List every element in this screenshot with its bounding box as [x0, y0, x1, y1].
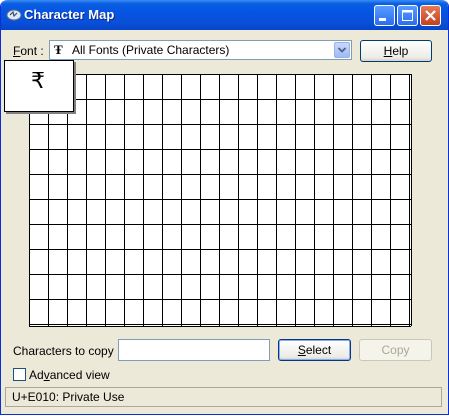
select-button[interactable]: Select: [278, 339, 351, 361]
title-bar[interactable]: Character Map: [1, 0, 448, 30]
enlarged-character-preview: ₹: [4, 60, 74, 112]
maximize-button[interactable]: [397, 5, 418, 26]
copy-button[interactable]: Copy: [359, 339, 432, 361]
advanced-view-label[interactable]: Advanced view: [29, 368, 110, 382]
window-title: Character Map: [24, 7, 115, 22]
character-grid[interactable]: [29, 74, 412, 327]
character-map-app-icon: [6, 9, 22, 21]
enlarged-character: ₹: [31, 69, 45, 94]
close-button[interactable]: [420, 5, 441, 26]
font-select-value: All Fonts (Private Characters): [72, 43, 230, 57]
advanced-view-checkbox[interactable]: [13, 368, 26, 381]
maximize-icon: [402, 10, 413, 21]
help-button[interactable]: Help: [360, 40, 432, 62]
characters-to-copy-input[interactable]: [118, 339, 270, 361]
minimize-button[interactable]: [374, 5, 395, 26]
characters-to-copy-label: Characters to copy :: [13, 344, 121, 358]
truetype-font-icon: Ŧ: [54, 42, 63, 57]
font-dropdown-button[interactable]: [334, 42, 350, 58]
font-select[interactable]: Ŧ All Fonts (Private Characters): [49, 40, 352, 60]
character-map-window: Character Map Font : Ŧ All Fonts (Privat…: [0, 0, 449, 415]
chevron-down-icon: [337, 47, 347, 53]
status-bar: U+E010: Private Use: [5, 387, 442, 407]
minimize-icon: [379, 18, 386, 21]
status-text: U+E010: Private Use: [12, 390, 125, 404]
close-icon: [425, 10, 436, 21]
font-label: Font :: [13, 44, 44, 58]
